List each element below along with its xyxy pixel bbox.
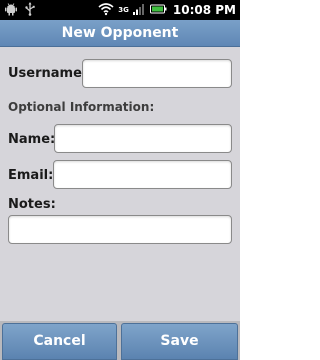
status-bar: 3G 10:08 PM [0,0,240,20]
button-bar: Cancel Save [0,321,240,360]
battery-icon [149,1,167,20]
save-button[interactable]: Save [121,323,238,360]
android-icon [4,1,18,20]
name-input[interactable] [54,124,232,153]
signal-icon [132,1,145,20]
notes-label: Notes: [8,197,56,212]
page-title: New Opponent [61,25,179,41]
cancel-button[interactable]: Cancel [2,323,117,360]
optional-information-label: Optional Information: [8,100,155,114]
username-label: Username: [8,66,88,81]
screen: 3G 10:08 PM New Opponent Username: Optio… [0,0,240,360]
status-time: 10:08 PM [172,3,236,17]
email-label: Email: [8,168,54,183]
title-bar: New Opponent [0,20,240,47]
network-type-label: 3G [118,6,129,14]
notes-input[interactable] [8,215,232,244]
wifi-icon [98,1,114,20]
username-input[interactable] [82,59,232,88]
name-label: Name: [8,132,56,147]
email-input[interactable] [53,160,232,189]
usb-icon [24,1,36,20]
